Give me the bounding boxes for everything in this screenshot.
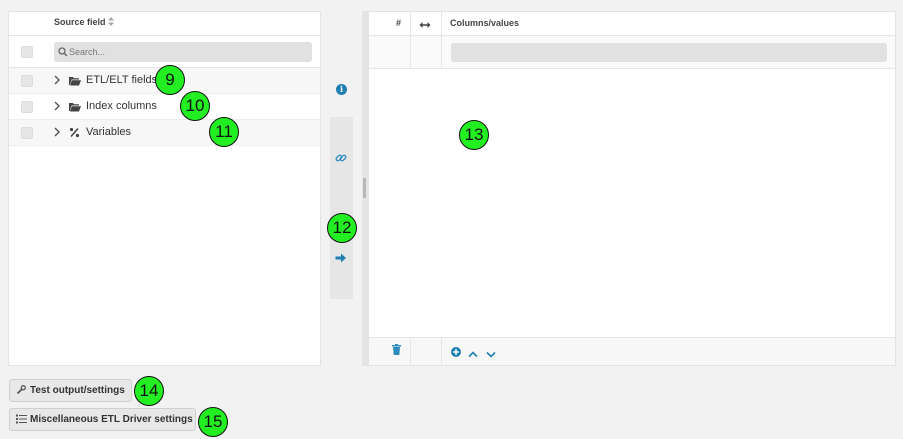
sort-icon[interactable]: [108, 17, 114, 28]
info-icon[interactable]: i: [336, 84, 347, 95]
tree-item-index-columns[interactable]: Index columns: [9, 94, 320, 120]
chevron-right-icon[interactable]: [53, 100, 61, 115]
chevron-down-icon[interactable]: [486, 347, 496, 361]
tree-item-label: ETL/ELT fields: [86, 74, 158, 86]
source-field-column-header[interactable]: Source field: [54, 17, 106, 27]
list-icon: [16, 414, 27, 427]
search-row: Search...: [9, 36, 320, 68]
search-input[interactable]: Search...: [54, 42, 312, 62]
test-output-settings-button[interactable]: Test output/settings: [9, 379, 132, 402]
tree-item-checkbox[interactable]: [21, 75, 33, 87]
search-placeholder: Search...: [69, 47, 106, 57]
arrow-right-icon[interactable]: [335, 252, 347, 266]
marker-10: 10: [180, 91, 210, 121]
divider: [410, 338, 411, 366]
source-field-panel: Source field Search... ETL/ELT fields In…: [8, 11, 321, 366]
swap-horizontal-icon[interactable]: [419, 18, 431, 32]
splitter-handle[interactable]: [363, 178, 366, 198]
marker-14: 14: [134, 376, 164, 406]
divider: [441, 338, 442, 366]
select-all-checkbox[interactable]: [21, 46, 33, 58]
search-icon: [58, 46, 68, 60]
chevron-right-icon[interactable]: [53, 74, 61, 89]
link-icon[interactable]: [335, 152, 347, 167]
marker-9: 9: [155, 65, 185, 95]
marker-11: 11: [209, 117, 239, 147]
index-column-header: #: [396, 18, 402, 28]
tree-item-variables[interactable]: Variables: [9, 120, 320, 146]
chevron-up-icon[interactable]: [468, 347, 478, 361]
button-label: Test output/settings: [30, 385, 125, 396]
divider: [410, 12, 411, 69]
folder-open-icon: [69, 75, 81, 89]
trash-icon[interactable]: [392, 344, 401, 358]
tree-item-label: Index columns: [86, 100, 157, 112]
folder-open-icon: [69, 101, 81, 115]
wrench-icon: [16, 385, 26, 398]
filter-row: [369, 36, 895, 69]
tree-item-checkbox[interactable]: [21, 101, 33, 113]
misc-etl-driver-settings-button[interactable]: Miscellaneous ETL Driver settings: [9, 408, 196, 431]
add-circle-icon[interactable]: [451, 346, 461, 360]
button-label: Miscellaneous ETL Driver settings: [30, 414, 193, 425]
source-field-header: Source field: [9, 12, 320, 36]
marker-13: 13: [459, 120, 489, 150]
target-header: # Columns/values: [369, 12, 895, 36]
target-footer-toolbar: [369, 337, 895, 366]
tree-item-label: Variables: [86, 126, 132, 138]
columns-filter-input[interactable]: [451, 43, 887, 62]
chevron-right-icon[interactable]: [53, 126, 61, 141]
tree-item-checkbox[interactable]: [21, 127, 33, 139]
columns-values-header[interactable]: Columns/values: [450, 18, 519, 28]
marker-15: 15: [198, 407, 228, 437]
marker-12: 12: [327, 213, 357, 243]
divider: [441, 12, 442, 69]
mapping-action-strip: [330, 117, 353, 299]
percent-icon: [69, 127, 80, 141]
target-columns-panel: # Columns/values: [368, 11, 896, 366]
